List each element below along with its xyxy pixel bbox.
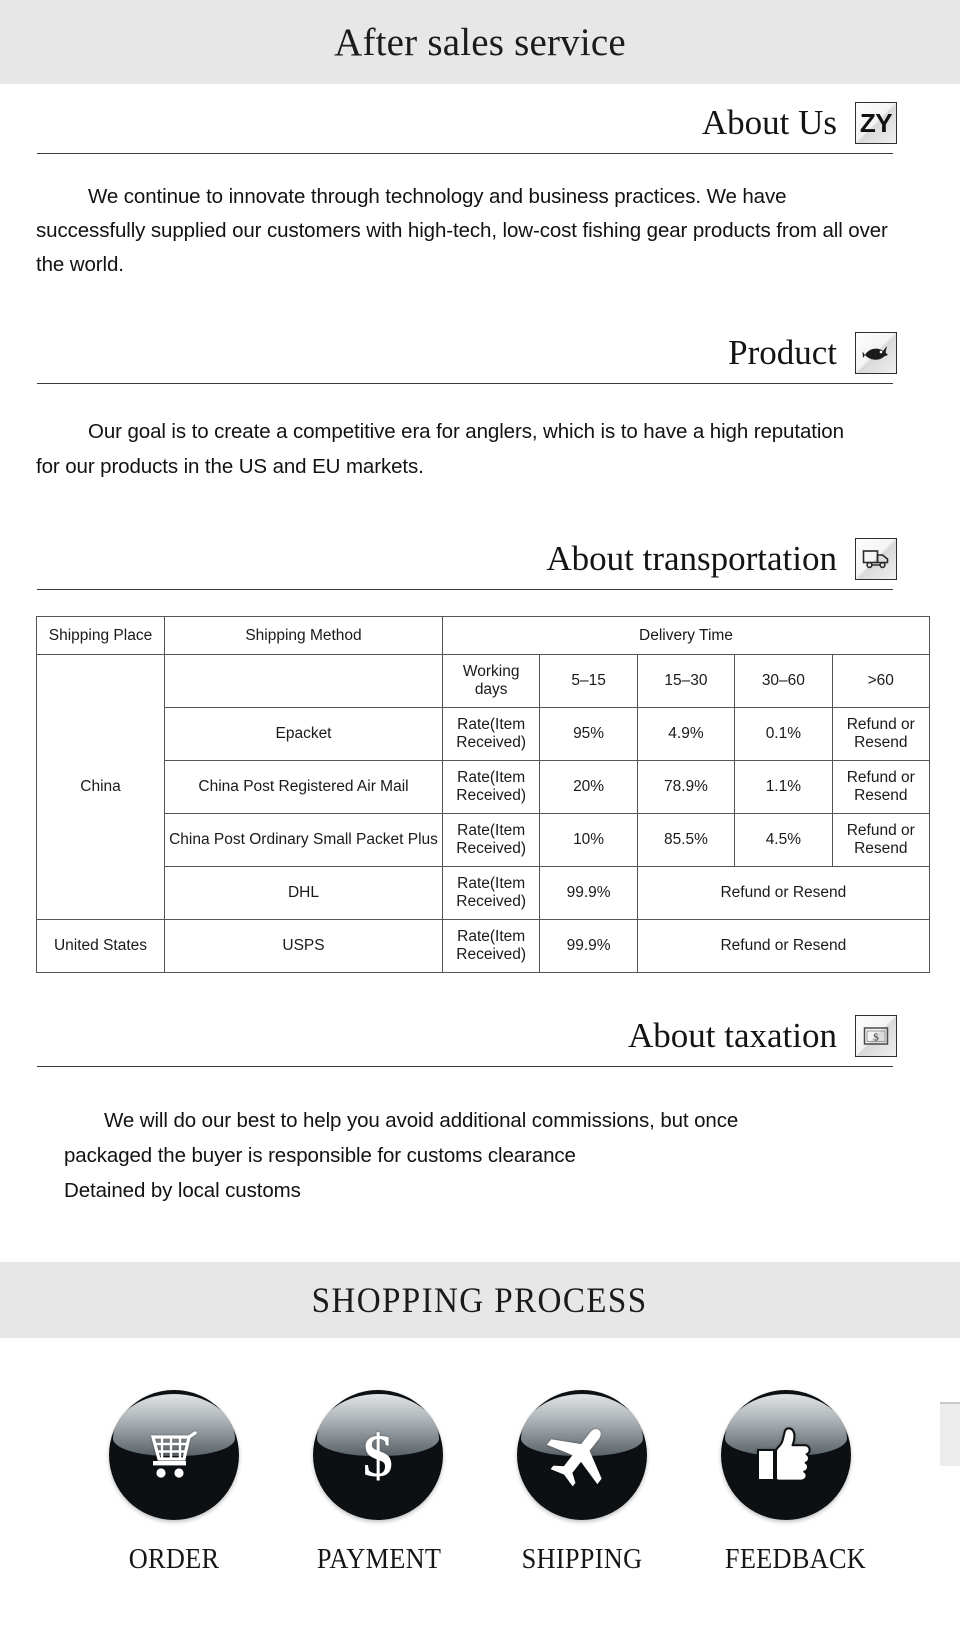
table-subheader-row: China Working days 5–15 15–30 30–60 >60 [36, 654, 931, 920]
subheader-bucket-15-30: 15–30 [636, 654, 736, 708]
cell-rate-over-60: Refund or Resend [831, 760, 931, 814]
section-transportation-heading: About transportation [0, 484, 960, 590]
header-shipping-method: Shipping Method [164, 616, 443, 655]
product-body: Our goal is to create a competitive era … [36, 420, 844, 478]
subheader-bucket-over-60: >60 [831, 654, 931, 708]
cell-rate-merged: Refund or Resend [636, 866, 931, 920]
cell-rate-15-30: 85.5% [636, 813, 736, 867]
shipping-orb [517, 1390, 647, 1520]
page-banner-after-sales-service: After sales service [0, 0, 960, 84]
table-row: China Post Ordinary Small Packet Plus Ra… [37, 813, 931, 867]
feedback-orb [721, 1390, 851, 1520]
after-sales-service-page: After sales service About Us ZY We conti… [0, 0, 960, 1628]
table-header-row: Shipping Place Shipping Method Delivery … [36, 616, 930, 655]
table-row: China Post Registered Air Mail Rate(Item… [37, 760, 931, 814]
cell-rate-over-60: Refund or Resend [831, 707, 931, 761]
fish-icon [855, 332, 897, 374]
payment-orb: $ [313, 1390, 443, 1520]
product-title: Product [728, 332, 837, 372]
cell-method-usps: USPS [164, 919, 443, 973]
cell-method-china-post-ordinary: China Post Ordinary Small Packet Plus [164, 813, 443, 867]
cell-rate-5-15: 99.9% [539, 866, 638, 920]
transportation-title: About transportation [546, 538, 837, 578]
table-row: DHL Rate(Item Received) 99.9% Refund or … [37, 866, 931, 920]
step-label-payment: PAYMENT [316, 1544, 442, 1575]
dollar-sign-icon: $ [313, 1390, 443, 1520]
cell-rate-30-60: 0.1% [734, 707, 833, 761]
money-bill-icon: $ [855, 1015, 897, 1057]
taxation-body-line-2: packaged the buyer is responsible for cu… [64, 1144, 576, 1167]
taxation-body-line-1: We will do our best to help you avoid ad… [104, 1109, 739, 1132]
zy-logo-icon: ZY [855, 102, 897, 144]
page-title: After sales service [334, 20, 626, 64]
shopping-cart-icon [109, 1390, 239, 1520]
zy-logo-text: ZY [859, 108, 893, 138]
shopping-process-steps: ORDER $ PAYMENT SHIPPING FEEDBACK [0, 1338, 960, 1576]
cell-rate-label: Rate(Item Received) [441, 866, 541, 920]
cell-method-china-post-registered: China Post Registered Air Mail [164, 760, 443, 814]
taxation-divider [37, 1066, 893, 1067]
step-label-feedback: FEEDBACK [724, 1544, 867, 1575]
shipping-delivery-table: Shipping Place Shipping Method Delivery … [36, 616, 931, 973]
product-divider [37, 383, 893, 384]
section-product-heading: Product [0, 282, 960, 384]
cell-rate-label: Rate(Item Received) [441, 707, 541, 761]
shipping-table-wrapper: Shipping Place Shipping Method Delivery … [0, 616, 960, 973]
header-shipping-place: Shipping Place [36, 616, 165, 655]
cell-method-blank [164, 654, 443, 708]
step-shipping: SHIPPING [517, 1390, 647, 1576]
subheader-bucket-5-15: 5–15 [539, 654, 638, 708]
cell-rate-30-60: 1.1% [734, 760, 833, 814]
subheader-bucket-30-60: 30–60 [734, 654, 833, 708]
cell-rate-5-15: 95% [539, 707, 638, 761]
taxation-title: About taxation [628, 1015, 837, 1055]
cell-rate-label: Rate(Item Received) [441, 813, 541, 867]
step-order: ORDER [109, 1390, 239, 1576]
shopping-process-title: SHOPPING PROCESS [312, 1280, 648, 1320]
svg-text:$: $ [363, 1423, 393, 1489]
airplane-icon [517, 1390, 647, 1520]
subheader-working-days: Working days [441, 654, 541, 708]
cell-rate-30-60: 4.5% [734, 813, 833, 867]
order-orb [109, 1390, 239, 1520]
table-row: United States USPS Rate(Item Received) 9… [36, 919, 931, 973]
cell-rate-5-15: 10% [539, 813, 638, 867]
cell-rate-5-15: 20% [539, 760, 638, 814]
thumbs-up-icon [721, 1390, 851, 1520]
step-feedback: FEEDBACK [721, 1390, 867, 1576]
transportation-divider [37, 589, 893, 590]
header-delivery-time: Delivery Time [442, 616, 930, 655]
taxation-body-line-3: Detained by local customs [64, 1179, 301, 1202]
svg-text:$: $ [873, 1032, 879, 1044]
section-taxation-heading: About taxation $ [0, 973, 960, 1067]
about-us-title: About Us [701, 102, 837, 142]
delivery-truck-icon [855, 538, 897, 580]
cell-rate-label: Rate(Item Received) [441, 760, 541, 814]
cell-method-epacket: Epacket [164, 707, 443, 761]
cell-rate-15-30: 4.9% [636, 707, 736, 761]
shopping-process-banner: SHOPPING PROCESS [0, 1262, 960, 1338]
taxation-body: We will do our best to help you avoid ad… [0, 1103, 960, 1208]
cell-rate-15-30: 78.9% [636, 760, 736, 814]
scrollbar-thumb[interactable] [940, 1402, 960, 1466]
about-us-divider [37, 153, 893, 154]
step-label-order: ORDER [128, 1544, 220, 1575]
cell-rate-over-60: Refund or Resend [831, 813, 931, 867]
cell-rate-5-15: 99.9% [539, 919, 638, 973]
step-label-shipping: SHIPPING [521, 1544, 643, 1575]
section-about-us-heading: About Us ZY [0, 84, 960, 154]
cell-method-dhl: DHL [164, 866, 443, 920]
table-row: Epacket Rate(Item Received) 95% 4.9% 0.1… [37, 707, 931, 761]
about-us-body: We continue to innovate through technolo… [36, 185, 888, 276]
cell-place-china: China [36, 654, 165, 920]
cell-rate-label: Rate(Item Received) [441, 919, 541, 973]
cell-place-united-states: United States [36, 919, 165, 973]
step-payment: $ PAYMENT [313, 1390, 443, 1576]
cell-rate-merged: Refund or Resend [636, 919, 931, 973]
